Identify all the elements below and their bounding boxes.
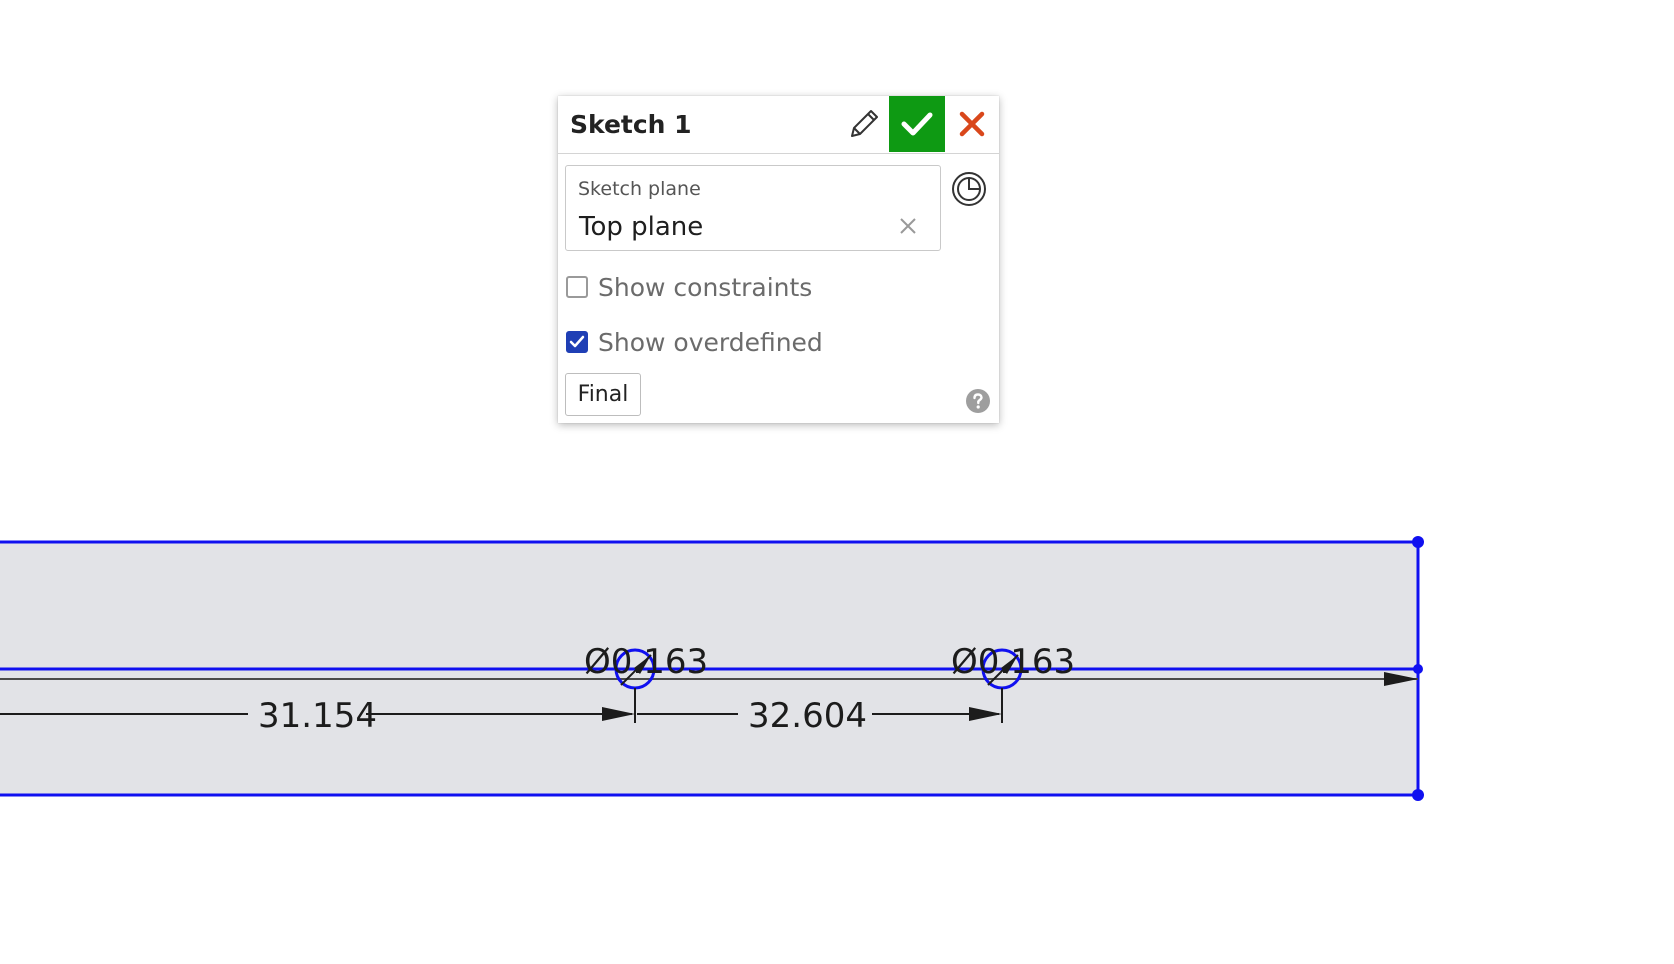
show-overdefined-checkbox[interactable] — [566, 331, 588, 353]
corner-point-bottom-right[interactable] — [1412, 789, 1424, 801]
close-icon — [959, 111, 985, 137]
clear-x-icon[interactable] — [896, 214, 920, 238]
diameter-label-2[interactable]: Ø0.163 — [951, 642, 1075, 682]
show-overdefined-option[interactable]: Show overdefined — [566, 327, 823, 357]
help-icon[interactable] — [965, 388, 991, 414]
show-overdefined-label: Show overdefined — [598, 327, 823, 357]
accept-button[interactable] — [889, 96, 945, 152]
midpoint-right[interactable] — [1413, 664, 1423, 674]
final-button[interactable]: Final — [565, 373, 641, 416]
checkbox-check-icon — [569, 335, 585, 348]
edit-button[interactable] — [836, 96, 892, 152]
cancel-button[interactable] — [945, 96, 999, 152]
sketch-dialog: Sketch 1 Sketch plane Top plane Show con… — [558, 96, 999, 423]
dialog-header: Sketch 1 — [558, 96, 999, 154]
sketch-plane-label: Sketch plane — [578, 178, 701, 200]
sketch-plane-value[interactable]: Top plane — [579, 212, 703, 242]
diameter-label-1[interactable]: Ø0.163 — [584, 642, 708, 682]
show-constraints-label: Show constraints — [598, 272, 813, 302]
pencil-icon — [851, 110, 878, 137]
view-normal-icon[interactable] — [950, 170, 988, 208]
dimension-label-1[interactable]: 31.154 — [258, 696, 377, 736]
sketch-plane-field[interactable]: Sketch plane Top plane — [565, 165, 941, 251]
show-constraints-option[interactable]: Show constraints — [566, 272, 812, 302]
show-constraints-checkbox[interactable] — [566, 276, 588, 298]
corner-point-top-right[interactable] — [1412, 536, 1424, 548]
dialog-title: Sketch 1 — [570, 110, 692, 139]
checkmark-icon — [901, 112, 933, 136]
dimension-label-2[interactable]: 32.604 — [748, 696, 867, 736]
